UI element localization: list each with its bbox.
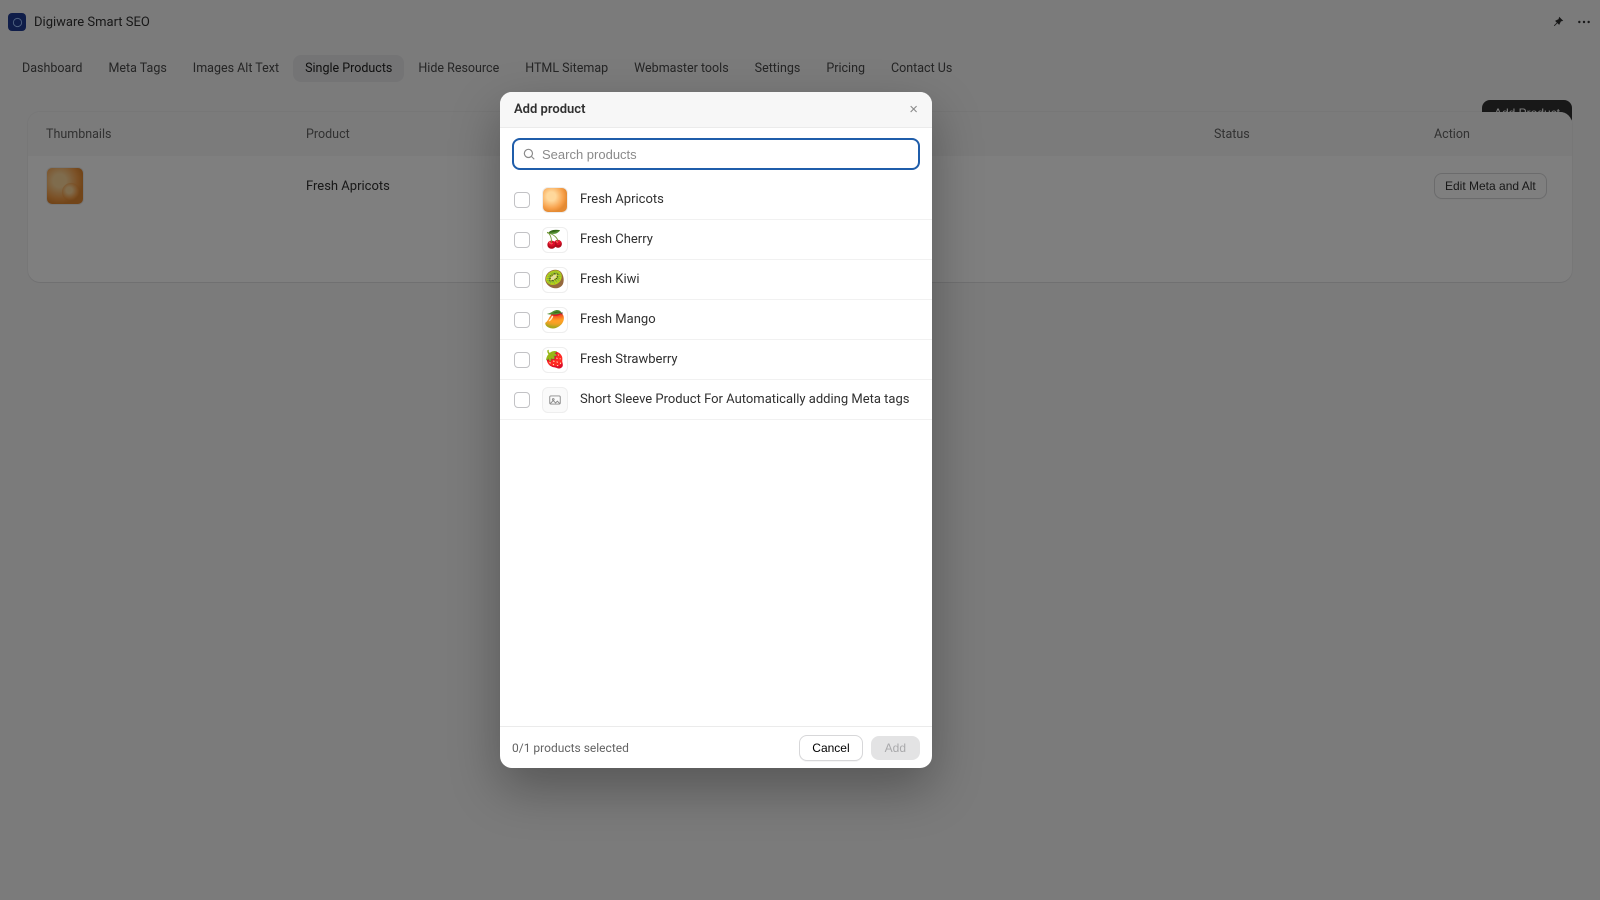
product-list: Fresh Apricots 🍒 Fresh Cherry 🥝 Fresh Ki… — [500, 180, 932, 726]
close-icon: × — [909, 101, 918, 118]
modal-title: Add product — [514, 102, 585, 117]
product-option-name: Fresh Mango — [580, 312, 656, 327]
selection-count: 0/1 products selected — [512, 741, 629, 755]
product-option[interactable]: Fresh Apricots — [500, 180, 932, 220]
product-thumb-strawberry: 🍓 — [542, 347, 568, 373]
product-thumb-mango: 🥭 — [542, 307, 568, 333]
product-option-name: Fresh Strawberry — [580, 352, 678, 367]
product-thumb-placeholder — [542, 387, 568, 413]
product-option[interactable]: 🥝 Fresh Kiwi — [500, 260, 932, 300]
add-product-modal: Add product × Fresh Apricots 🍒 Fresh Che… — [500, 92, 932, 768]
checkbox[interactable] — [514, 232, 530, 248]
image-placeholder-icon — [548, 393, 562, 407]
product-option-name: Fresh Cherry — [580, 232, 653, 247]
product-thumb-apricot — [542, 187, 568, 213]
checkbox[interactable] — [514, 312, 530, 328]
checkbox[interactable] — [514, 352, 530, 368]
modal-close-button[interactable]: × — [909, 101, 918, 118]
product-thumb-cherry: 🍒 — [542, 227, 568, 253]
product-option[interactable]: 🍒 Fresh Cherry — [500, 220, 932, 260]
cancel-button[interactable]: Cancel — [799, 735, 862, 761]
search-input[interactable] — [542, 147, 910, 162]
product-option-name: Fresh Apricots — [580, 192, 664, 207]
product-option[interactable]: 🥭 Fresh Mango — [500, 300, 932, 340]
search-field-wrapper[interactable] — [512, 138, 920, 170]
checkbox[interactable] — [514, 392, 530, 408]
product-option[interactable]: 🍓 Fresh Strawberry — [500, 340, 932, 380]
checkbox[interactable] — [514, 272, 530, 288]
modal-header: Add product × — [500, 92, 932, 128]
search-icon — [522, 147, 536, 161]
product-option-name: Short Sleeve Product For Automatically a… — [580, 392, 909, 407]
product-option[interactable]: Short Sleeve Product For Automatically a… — [500, 380, 932, 420]
add-button[interactable]: Add — [871, 736, 920, 760]
product-thumb-kiwi: 🥝 — [542, 267, 568, 293]
modal-footer: 0/1 products selected Cancel Add — [500, 726, 932, 768]
checkbox[interactable] — [514, 192, 530, 208]
product-option-name: Fresh Kiwi — [580, 272, 640, 287]
